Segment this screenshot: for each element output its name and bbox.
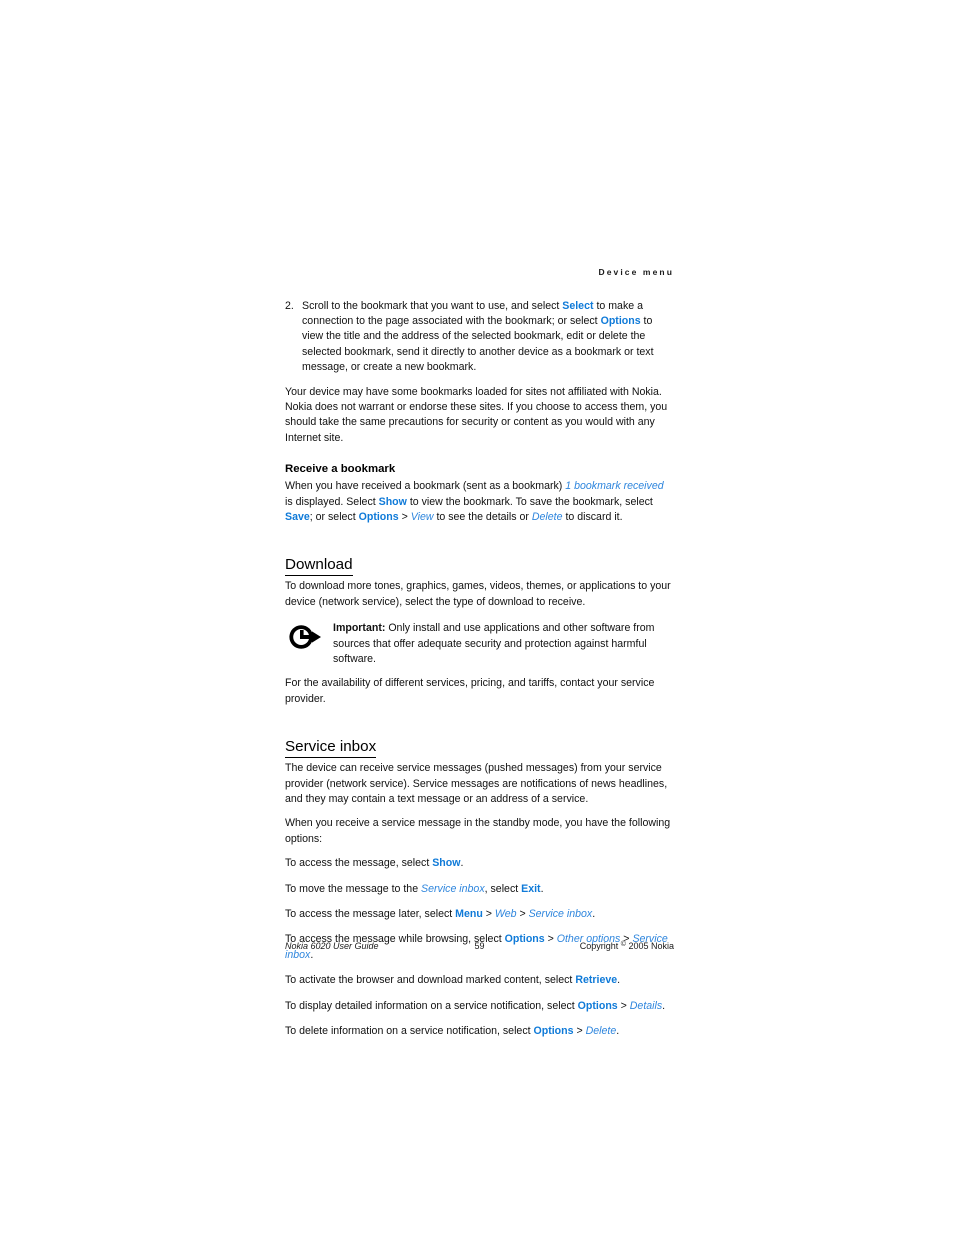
rb-text-2: is displayed. Select bbox=[285, 495, 379, 508]
ol3-d: . bbox=[592, 908, 596, 921]
ui-italic-delete: Delete bbox=[531, 510, 563, 523]
ol2-c: . bbox=[540, 882, 544, 895]
download-heading-wrap: Download bbox=[285, 534, 674, 579]
ol2-b: , select bbox=[484, 882, 522, 895]
availability-paragraph: For the availability of different servic… bbox=[285, 677, 655, 705]
important-note: Important: Only install and use applicat… bbox=[285, 621, 674, 667]
important-arrow-icon bbox=[288, 623, 322, 651]
ol7-b: > bbox=[573, 1025, 586, 1038]
ol6-c: . bbox=[662, 999, 666, 1012]
option-line-move-message: To move the message to the Service inbox… bbox=[285, 882, 674, 897]
page-footer: Nokia 6020 User Guide 59 Copyright © 200… bbox=[285, 941, 674, 955]
receive-bookmark-paragraph: When you have received a bookmark (sent … bbox=[285, 479, 674, 525]
rb-text-1: When you have received a bookmark (sent … bbox=[285, 480, 566, 493]
running-header: Device menu bbox=[598, 267, 674, 277]
ui-options-4: Options bbox=[577, 999, 618, 1012]
important-label: Important: bbox=[333, 622, 386, 635]
ui-save: Save bbox=[285, 510, 310, 523]
copyright-post: 2005 Nokia bbox=[625, 941, 674, 951]
option-line-access-later: To access the message later, select Menu… bbox=[285, 907, 674, 922]
service-inbox-standby: When you receive a service message in th… bbox=[285, 817, 671, 845]
ol5-b: . bbox=[617, 974, 621, 987]
service-inbox-heading-wrap: Service inbox bbox=[285, 716, 674, 761]
ui-italic-delete-2: Delete bbox=[585, 1025, 617, 1038]
rb-text-3: to view the bookmark. To save the bookma… bbox=[406, 495, 653, 508]
service-inbox-intro: The device can receive service messages … bbox=[285, 762, 668, 806]
rb-text-4: ; or select bbox=[309, 510, 359, 523]
heading-download: Download bbox=[285, 555, 353, 577]
ui-italic-bookmark-received: 1 bookmark received bbox=[565, 480, 664, 493]
ui-show: Show bbox=[378, 495, 407, 508]
ui-show-2: Show bbox=[432, 857, 461, 870]
important-note-text: Important: Only install and use applicat… bbox=[333, 621, 674, 667]
ui-exit: Exit bbox=[521, 882, 541, 895]
rb-text-6: to see the details or bbox=[433, 510, 532, 523]
ol6-a: To display detailed information on a ser… bbox=[285, 999, 578, 1012]
ui-select: Select bbox=[562, 299, 594, 312]
heading-receive-a-bookmark: Receive a bookmark bbox=[285, 463, 396, 476]
ui-italic-web: Web bbox=[494, 908, 517, 921]
ui-italic-service-inbox-1: Service inbox bbox=[421, 882, 485, 895]
ol6-b: > bbox=[617, 999, 630, 1012]
ol7-c: . bbox=[616, 1025, 620, 1038]
ui-options: Options bbox=[600, 314, 641, 327]
ol3-c: > bbox=[516, 908, 529, 921]
ui-options-5: Options bbox=[533, 1025, 574, 1038]
rb-text-7: to discard it. bbox=[562, 510, 623, 523]
ol1-b: . bbox=[460, 857, 464, 870]
ui-italic-service-inbox-2: Service inbox bbox=[528, 908, 593, 921]
option-line-delete: To delete information on a service notif… bbox=[285, 1024, 674, 1039]
ol3-b: > bbox=[482, 908, 495, 921]
ol2-a: To move the message to the bbox=[285, 882, 422, 895]
ui-italic-view: View bbox=[410, 510, 434, 523]
document-page: Device menu 2. Scroll to the bookmark tha… bbox=[285, 268, 674, 1040]
ol7-a: To delete information on a service notif… bbox=[285, 1025, 534, 1038]
ol5-a: To activate the browser and download mar… bbox=[285, 974, 576, 987]
ui-italic-details: Details bbox=[629, 999, 663, 1012]
ui-menu: Menu bbox=[455, 908, 483, 921]
option-line-access-message: To access the message, select Show. bbox=[285, 856, 674, 871]
numbered-list: 2. Scroll to the bookmark that you want t… bbox=[285, 299, 674, 376]
list-item-number: 2. bbox=[285, 299, 294, 312]
download-intro-paragraph: To download more tones, graphics, games,… bbox=[285, 580, 671, 608]
ol1-a: To access the message, select bbox=[285, 857, 433, 870]
option-line-retrieve: To activate the browser and download mar… bbox=[285, 973, 674, 988]
option-line-details: To display detailed information on a ser… bbox=[285, 999, 674, 1014]
step2-text-1: Scroll to the bookmark that you want to … bbox=[302, 299, 563, 312]
rb-sep-1: > bbox=[398, 510, 411, 523]
footer-copyright: Copyright © 2005 Nokia bbox=[580, 941, 674, 951]
ui-options-2: Options bbox=[358, 510, 399, 523]
ol3-a: To access the message later, select bbox=[285, 908, 456, 921]
list-item-step-2: 2. Scroll to the bookmark that you want t… bbox=[285, 299, 674, 376]
copyright-pre: Copyright bbox=[579, 941, 621, 951]
disclaimer-paragraph: Your device may have some bookmarks load… bbox=[285, 385, 668, 444]
ui-retrieve: Retrieve bbox=[575, 974, 618, 987]
heading-service-inbox: Service inbox bbox=[285, 737, 377, 759]
